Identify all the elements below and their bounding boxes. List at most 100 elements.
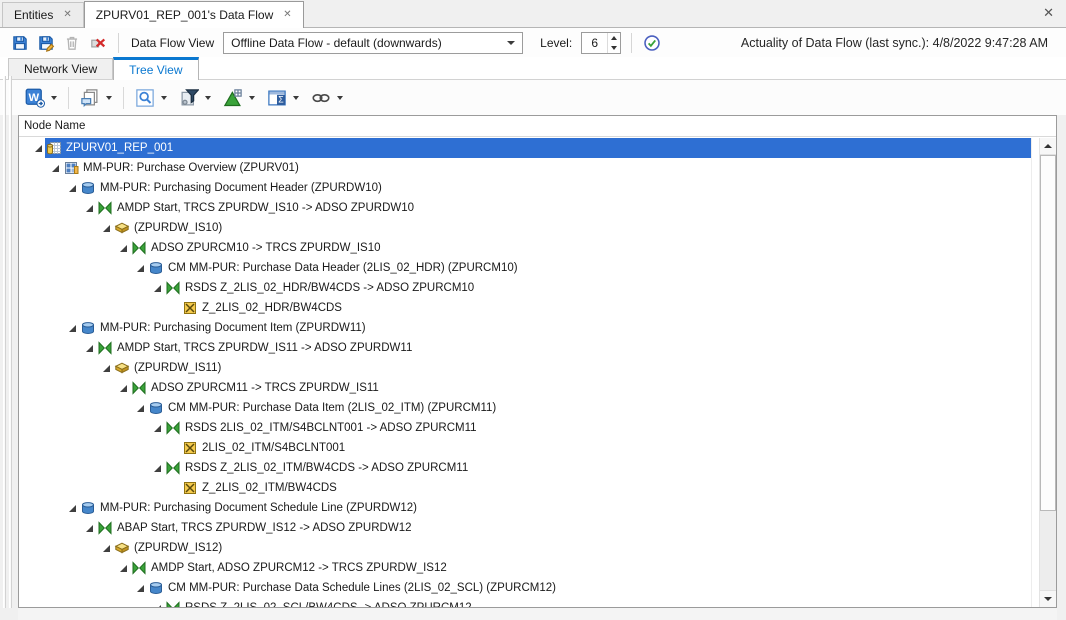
tree-row[interactable]: MM-PUR: Purchase Overview (ZPURV01) bbox=[19, 158, 1031, 178]
save-as-button[interactable] bbox=[36, 33, 56, 53]
adso-icon bbox=[80, 320, 96, 336]
data-flow-view-label: Data Flow View bbox=[129, 36, 218, 50]
link-mode-button[interactable] bbox=[308, 86, 346, 110]
view-tab-network-view[interactable]: Network View bbox=[8, 58, 113, 79]
expander-icon[interactable] bbox=[65, 498, 79, 518]
delete-button[interactable] bbox=[62, 33, 82, 53]
sync-check-icon[interactable] bbox=[642, 33, 662, 53]
dropdown-caret-icon[interactable] bbox=[337, 96, 343, 100]
tree-row[interactable]: RSDS Z_2LIS_02_HDR/BW4CDS -> ADSO ZPURCM… bbox=[19, 278, 1031, 298]
tree-row[interactable]: MM-PUR: Purchasing Document Item (ZPURDW… bbox=[19, 318, 1031, 338]
expander-icon[interactable] bbox=[116, 558, 130, 578]
dropdown-caret-icon[interactable] bbox=[205, 96, 211, 100]
filter-button[interactable] bbox=[176, 86, 214, 110]
transformation-icon bbox=[165, 600, 181, 607]
expander-icon[interactable] bbox=[82, 518, 96, 538]
tree-row[interactable]: ADSO ZPURCM11 -> TRCS ZPURDW_IS11 bbox=[19, 378, 1031, 398]
dropdown-caret-icon[interactable] bbox=[51, 96, 57, 100]
expander-icon[interactable] bbox=[133, 398, 147, 418]
tree-row[interactable]: RSDS 2LIS_02_ITM/S4BCLNT001 -> ADSO ZPUR… bbox=[19, 418, 1031, 438]
expander-icon[interactable] bbox=[82, 338, 96, 358]
tree-row[interactable]: AMDP Start, ADSO ZPURCM12 -> TRCS ZPURDW… bbox=[19, 558, 1031, 578]
tree-node-label: AMDP Start, TRCS ZPURDW_IS11 -> ADSO ZPU… bbox=[117, 342, 418, 354]
tree-node-label: Z_2LIS_02_HDR/BW4CDS bbox=[202, 302, 348, 314]
main-toolbar: Data Flow View Offline Data Flow - defau… bbox=[0, 28, 1066, 57]
datasource-icon bbox=[182, 440, 198, 456]
dropdown-caret-icon[interactable] bbox=[106, 96, 112, 100]
expander-icon[interactable] bbox=[65, 318, 79, 338]
view-tab-tree-view[interactable]: Tree View bbox=[113, 57, 198, 80]
column-header-label: Node Name bbox=[24, 120, 85, 132]
expander-icon[interactable] bbox=[99, 218, 113, 238]
search-button[interactable] bbox=[132, 86, 170, 110]
chevron-down-icon[interactable] bbox=[507, 41, 515, 45]
column-summary-button[interactable]: Σ bbox=[264, 86, 302, 110]
expander-icon[interactable] bbox=[99, 358, 113, 378]
expander-icon[interactable] bbox=[150, 598, 164, 607]
tree-row[interactable]: CM MM-PUR: Purchase Data Header (2LIS_02… bbox=[19, 258, 1031, 278]
remove-assignment-button[interactable] bbox=[88, 33, 108, 53]
scrollbar-thumb[interactable] bbox=[1040, 155, 1056, 511]
expander-icon[interactable] bbox=[150, 278, 164, 298]
doc-tab-label: Entities bbox=[14, 8, 53, 22]
tree-row[interactable]: Z_2LIS_02_HDR/BW4CDS bbox=[19, 298, 1031, 318]
scroll-up-button[interactable] bbox=[1040, 138, 1056, 155]
tree-row[interactable]: CM MM-PUR: Purchase Data Schedule Lines … bbox=[19, 578, 1031, 598]
doc-tab-label: ZPURV01_REP_001's Data Flow bbox=[96, 8, 274, 22]
dropdown-caret-icon[interactable] bbox=[249, 96, 255, 100]
data-flow-view-select[interactable]: Offline Data Flow - default (downwards) bbox=[223, 32, 523, 54]
expander-icon[interactable] bbox=[116, 238, 130, 258]
tab-close-icon[interactable]: ✕ bbox=[283, 10, 291, 20]
tree-row[interactable]: (ZPURDW_IS10) bbox=[19, 218, 1031, 238]
level-spinner[interactable]: 6 bbox=[581, 32, 621, 54]
tree-row[interactable]: RSDS Z_2LIS_02_SCL/BW4CDS -> ADSO ZPURCM… bbox=[19, 598, 1031, 607]
copy-page-icon bbox=[80, 88, 100, 108]
expander-icon[interactable] bbox=[116, 378, 130, 398]
spin-up-icon[interactable] bbox=[608, 33, 620, 43]
expander-icon[interactable] bbox=[31, 138, 45, 158]
dropdown-caret-icon[interactable] bbox=[161, 96, 167, 100]
tree-row[interactable]: ADSO ZPURCM10 -> TRCS ZPURDW_IS10 bbox=[19, 238, 1031, 258]
tree-row[interactable]: (ZPURDW_IS11) bbox=[19, 358, 1031, 378]
tree-node-label: RSDS Z_2LIS_02_HDR/BW4CDS -> ADSO ZPURCM… bbox=[185, 282, 480, 294]
tree-row[interactable]: 2LIS_02_ITM/S4BCLNT001 bbox=[19, 438, 1031, 458]
doc-tab[interactable]: Entities ✕ bbox=[2, 2, 84, 27]
toolbar-separator bbox=[118, 33, 119, 53]
expander-icon[interactable] bbox=[65, 178, 79, 198]
expand-tree-button[interactable] bbox=[220, 86, 258, 110]
column-header-node-name[interactable]: Node Name bbox=[19, 116, 1056, 137]
view-tabbar: Network ViewTree View bbox=[0, 57, 1066, 80]
tree-row-body: Z_2LIS_02_ITM/BW4CDS bbox=[181, 478, 1031, 498]
expander-icon[interactable] bbox=[82, 198, 96, 218]
tree-row[interactable]: Z_2LIS_02_ITM/BW4CDS bbox=[19, 478, 1031, 498]
vertical-scrollbar[interactable] bbox=[1039, 138, 1056, 607]
tree-row-body: AMDP Start, TRCS ZPURDW_IS11 -> ADSO ZPU… bbox=[96, 338, 1031, 358]
doc-tab[interactable]: ZPURV01_REP_001's Data Flow ✕ bbox=[84, 1, 304, 28]
tree-row[interactable]: MM-PUR: Purchasing Document Header (ZPUR… bbox=[19, 178, 1031, 198]
tree-row[interactable]: AMDP Start, TRCS ZPURDW_IS11 -> ADSO ZPU… bbox=[19, 338, 1031, 358]
expander-icon[interactable] bbox=[99, 538, 113, 558]
expander-icon[interactable] bbox=[133, 258, 147, 278]
tree-row[interactable]: ABAP Start, TRCS ZPURDW_IS12 -> ADSO ZPU… bbox=[19, 518, 1031, 538]
tree-node-label: AMDP Start, ADSO ZPURCM12 -> TRCS ZPURDW… bbox=[151, 562, 453, 574]
dropdown-caret-icon[interactable] bbox=[293, 96, 299, 100]
expander-icon[interactable] bbox=[150, 418, 164, 438]
scroll-down-button[interactable] bbox=[1040, 590, 1056, 607]
tree-row[interactable]: ZPURV01_REP_001 bbox=[19, 138, 1031, 158]
tree-row-body: MM-PUR: Purchasing Document Header (ZPUR… bbox=[79, 178, 1031, 198]
tree-row[interactable]: AMDP Start, TRCS ZPURDW_IS10 -> ADSO ZPU… bbox=[19, 198, 1031, 218]
tree-row[interactable]: CM MM-PUR: Purchase Data Item (2LIS_02_I… bbox=[19, 398, 1031, 418]
tree-row[interactable]: MM-PUR: Purchasing Document Schedule Lin… bbox=[19, 498, 1031, 518]
spin-down-icon[interactable] bbox=[608, 43, 620, 53]
tree-row[interactable]: (ZPURDW_IS12) bbox=[19, 538, 1031, 558]
copy-page-button[interactable] bbox=[77, 86, 115, 110]
tree-row[interactable]: RSDS Z_2LIS_02_ITM/BW4CDS -> ADSO ZPURCM… bbox=[19, 458, 1031, 478]
save-button[interactable] bbox=[10, 33, 30, 53]
data-flow-view-value: Offline Data Flow - default (downwards) bbox=[231, 36, 501, 50]
expander-icon[interactable] bbox=[48, 158, 62, 178]
expander-icon[interactable] bbox=[150, 458, 164, 478]
word-export-button[interactable]: W bbox=[22, 86, 60, 110]
tab-close-icon[interactable]: ✕ bbox=[63, 10, 71, 20]
expander-icon[interactable] bbox=[133, 578, 147, 598]
close-icon[interactable]: ✕ bbox=[1043, 5, 1054, 21]
